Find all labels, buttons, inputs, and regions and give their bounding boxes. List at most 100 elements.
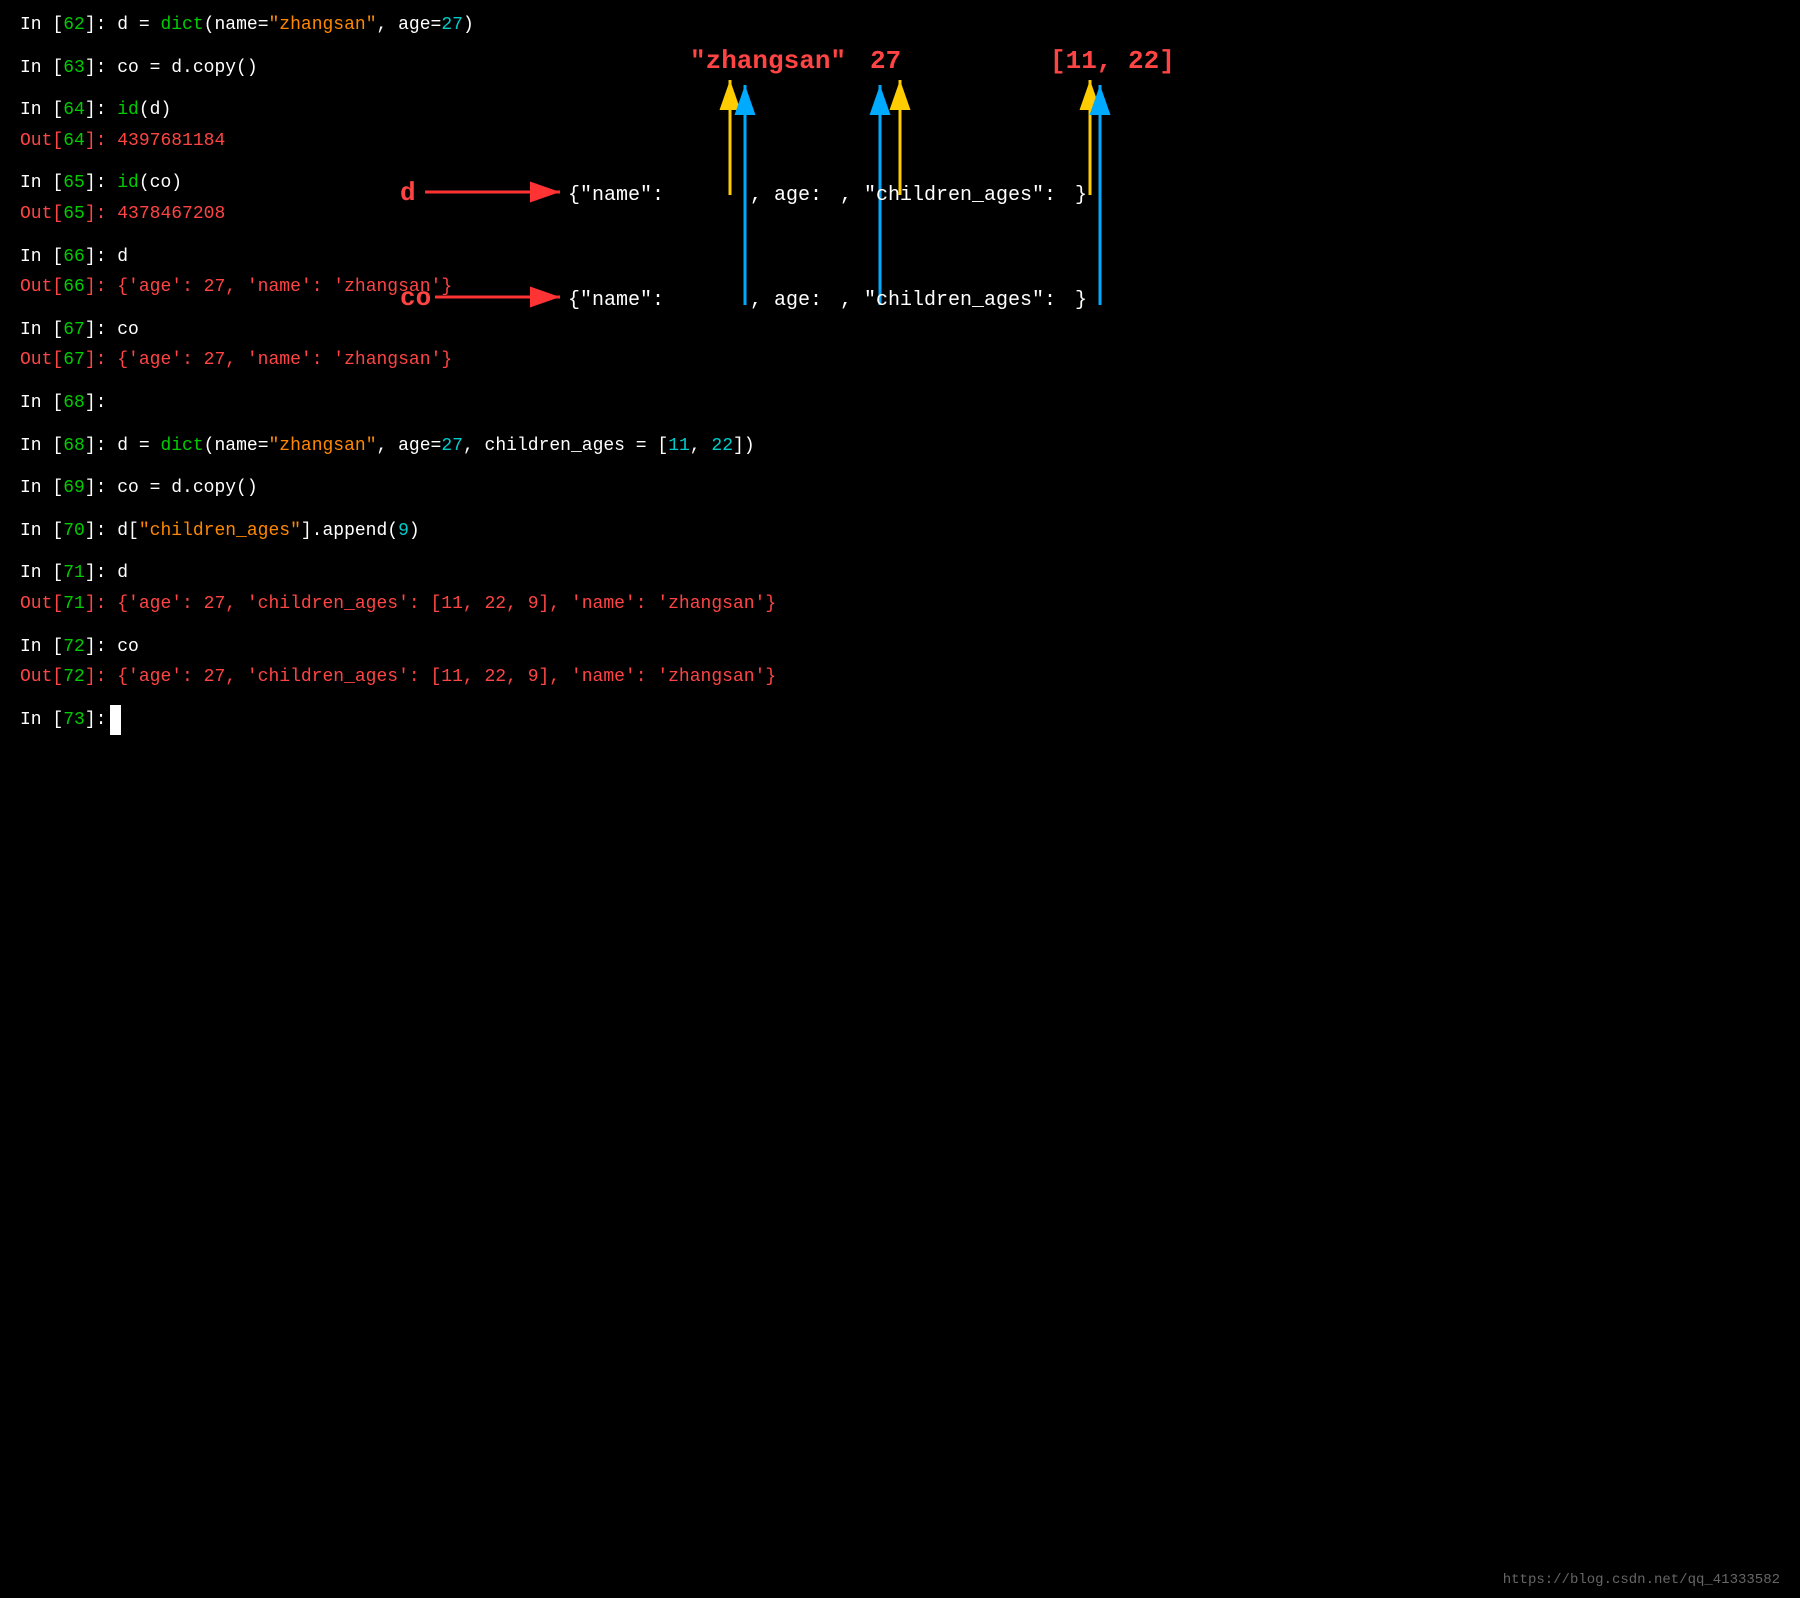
out-bracket: ]:	[85, 272, 107, 303]
in-bracket: ]:	[85, 431, 107, 462]
code-segment: 'name'	[247, 272, 312, 303]
code-segment: 22	[711, 431, 733, 462]
input-line: In [70]: d["children_ages"].append(9)	[20, 516, 1780, 547]
line-num: 64	[63, 126, 85, 157]
code-segment: : 27,	[182, 345, 247, 376]
code-segment: d	[106, 242, 128, 273]
in-bracket: ]:	[85, 53, 107, 84]
line-num: 72	[63, 632, 85, 663]
in-bracket: ]:	[85, 10, 107, 41]
code-segment: 27	[441, 10, 463, 41]
in-bracket: ]:	[85, 168, 107, 199]
code-segment: 'zhangsan'	[333, 345, 441, 376]
out-bracket: ]:	[85, 345, 107, 376]
code-area: In [62]: d = dict(name="zhangsan", age=2…	[0, 0, 1800, 745]
input-line: In [68]:	[20, 388, 1780, 419]
out-prompt: Out[	[20, 272, 63, 303]
code-segment: name=	[214, 431, 268, 462]
code-segment: d	[106, 558, 128, 589]
line-num: 72	[63, 662, 85, 693]
input-line: In [73]:	[20, 705, 1780, 736]
out-bracket: ]:	[85, 589, 107, 620]
output-line: Out[67]: {'age': 27, 'name': 'zhangsan'}	[20, 345, 1780, 376]
output-line: Out[72]: {'age': 27, 'children_ages': [1…	[20, 662, 1780, 693]
code-segment: )	[463, 10, 474, 41]
code-segment: 4397681184	[106, 126, 225, 157]
code-segment: , age=	[377, 431, 442, 462]
code-segment: )	[409, 516, 420, 547]
code-segment: 'age'	[128, 345, 182, 376]
code-segment: 4378467208	[106, 199, 225, 230]
in-bracket: ]:	[85, 705, 107, 736]
output-line: Out[71]: {'age': 27, 'children_ages': [1…	[20, 589, 1780, 620]
line-num: 66	[63, 272, 85, 303]
in-bracket: ]:	[85, 242, 107, 273]
line-num: 66	[63, 242, 85, 273]
code-segment: name=	[214, 10, 268, 41]
line-num: 70	[63, 516, 85, 547]
code-segment: "zhangsan"	[269, 10, 377, 41]
out-prompt: Out[	[20, 662, 63, 693]
out-prompt: Out[	[20, 589, 63, 620]
in-prompt: In [	[20, 10, 63, 41]
out-prompt: Out[	[20, 345, 63, 376]
code-segment: d =	[106, 10, 160, 41]
in-bracket: ]:	[85, 388, 107, 419]
code-segment: , children_ages = [	[463, 431, 668, 462]
code-segment: :	[312, 345, 334, 376]
line-num: 68	[63, 431, 85, 462]
in-prompt: In [	[20, 95, 63, 126]
input-line: In [68]: d = dict(name="zhangsan", age=2…	[20, 431, 1780, 462]
in-prompt: In [	[20, 168, 63, 199]
watermark: https://blog.csdn.net/qq_41333582	[1503, 1572, 1780, 1588]
line-num: 65	[63, 168, 85, 199]
line-num: 62	[63, 10, 85, 41]
code-segment: ,	[690, 431, 712, 462]
in-prompt: In [	[20, 388, 63, 419]
code-segment: 'age'	[128, 272, 182, 303]
code-segment: dict	[160, 10, 203, 41]
code-segment: dict	[160, 431, 203, 462]
in-prompt: In [	[20, 516, 63, 547]
in-bracket: ]:	[85, 632, 107, 663]
in-prompt: In [	[20, 242, 63, 273]
in-prompt: In [	[20, 558, 63, 589]
code-segment: d[	[106, 516, 138, 547]
output-line: Out[66]: {'age': 27, 'name': 'zhangsan'}	[20, 272, 1780, 303]
input-line: In [67]: co	[20, 315, 1780, 346]
code-segment: }	[441, 345, 452, 376]
line-num: 63	[63, 53, 85, 84]
code-segment: "children_ages"	[139, 516, 301, 547]
out-prompt: Out[	[20, 126, 63, 157]
code-segment: 9	[398, 516, 409, 547]
code-segment: {	[106, 345, 128, 376]
code-segment: id	[117, 168, 139, 199]
code-segment: (	[204, 431, 215, 462]
line-num: 73	[63, 705, 85, 736]
line-num: 71	[63, 558, 85, 589]
code-segment: }	[441, 272, 452, 303]
line-num: 65	[63, 199, 85, 230]
in-prompt: In [	[20, 473, 63, 504]
input-line: In [72]: co	[20, 632, 1780, 663]
in-bracket: ]:	[85, 95, 107, 126]
code-segment	[106, 95, 117, 126]
code-segment: co = d.copy()	[106, 473, 257, 504]
output-line: Out[64]: 4397681184	[20, 126, 1780, 157]
code-segment: , age=	[377, 10, 442, 41]
in-bracket: ]:	[85, 516, 107, 547]
code-segment: :	[312, 272, 334, 303]
code-segment: ].append(	[301, 516, 398, 547]
code-segment: id	[117, 95, 139, 126]
code-segment: d =	[106, 431, 160, 462]
code-segment: {'age': 27, 'children_ages': [11, 22, 9]…	[106, 662, 776, 693]
code-segment: co	[106, 315, 138, 346]
in-prompt: In [	[20, 315, 63, 346]
in-bracket: ]:	[85, 315, 107, 346]
in-prompt: In [	[20, 705, 63, 736]
input-line: In [69]: co = d.copy()	[20, 473, 1780, 504]
line-num: 69	[63, 473, 85, 504]
code-segment	[106, 168, 117, 199]
line-num: 71	[63, 589, 85, 620]
code-segment: 'name'	[247, 345, 312, 376]
